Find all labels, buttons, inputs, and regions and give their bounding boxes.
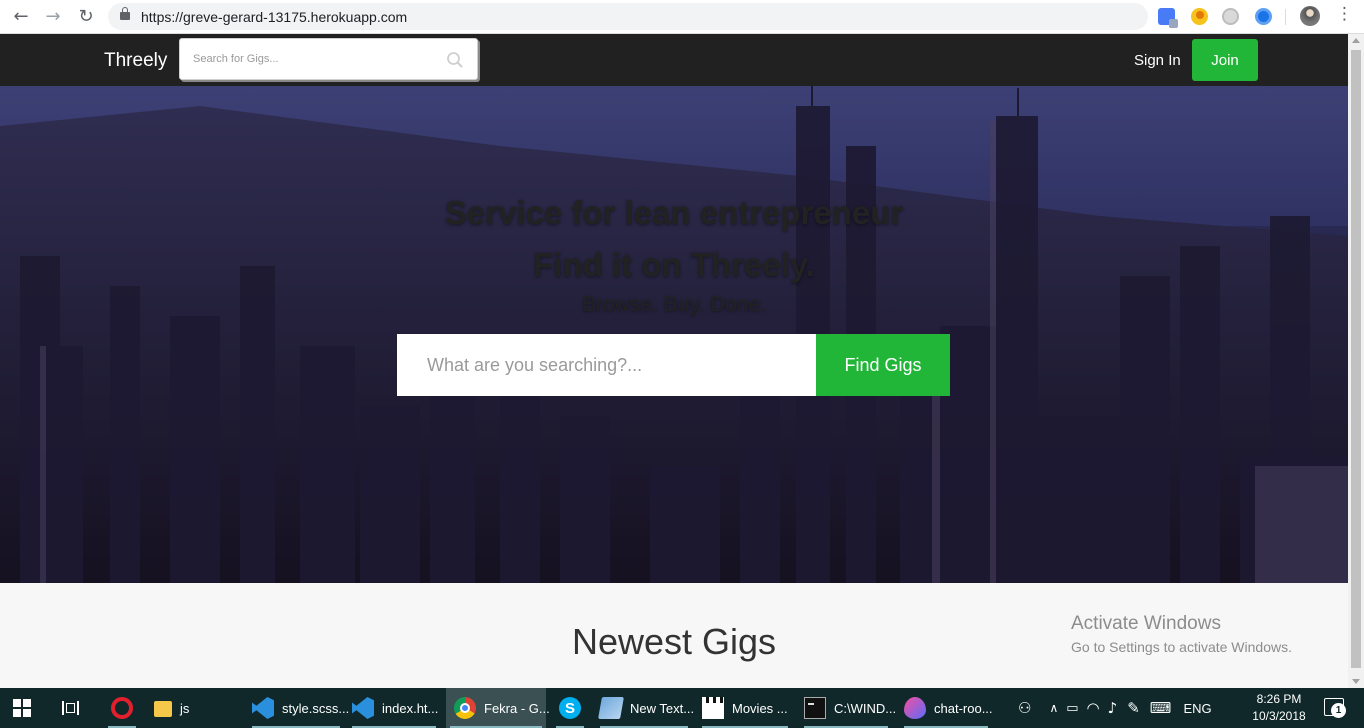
taskbar-label: style.scss... [282,700,350,716]
taskbar-chat-room[interactable]: chat-roo... [900,688,993,728]
profile-avatar[interactable] [1300,6,1320,26]
url-text[interactable]: https://greve-gerard-13175.herokuapp.com [141,9,407,25]
translate-extension-icon[interactable] [1158,8,1178,28]
blue-extension-icon[interactable] [1255,8,1272,25]
battery-icon[interactable]: ▭ [1066,701,1078,716]
activate-windows-watermark: Activate Windows Go to Settings to activ… [1071,613,1292,655]
clock[interactable]: 8:26 PM 10/3/2018 [1250,691,1308,725]
taskbar-cmd[interactable]: C:\WIND... [800,688,896,728]
system-tray: ⚇ ∧ ▭ ◠ ♪ ✎ ⌨ ENG [1018,688,1212,728]
toolbar-divider [1285,9,1286,25]
vscode-icon [252,697,274,719]
taskbar-js-folder[interactable]: js [150,688,242,728]
reload-icon[interactable]: ↻ [74,5,98,29]
nav-search-box [179,38,478,80]
forward-arrow-icon[interactable]: → [41,5,65,29]
taskbar-vscode-style[interactable]: style.scss... [248,688,349,728]
chevron-up-icon[interactable]: ∧ [1049,701,1058,715]
back-arrow-icon[interactable]: ← [9,5,33,29]
skype-icon: S [559,697,581,719]
keyboard-icon[interactable]: ⌨ [1150,699,1172,717]
taskbar-label: New Text... [630,700,695,716]
notepad-icon [598,697,624,719]
moon-extension-icon[interactable] [1191,8,1208,25]
site-navbar: Threely Sign In Join [0,34,1348,86]
vscode-icon [352,697,374,719]
task-view-icon[interactable] [62,699,80,717]
hero-banner: Service for lean entrepreneur Find it on… [0,86,1348,583]
taskbar-label: C:\WIND... [834,700,897,716]
chrome-icon [454,697,476,719]
watermark-subtitle: Go to Settings to activate Windows. [1071,639,1292,655]
hero-headline-line2: Find it on Threely. [533,246,815,283]
clapperboard-icon [702,697,724,719]
taskbar-label: chat-roo... [934,700,993,716]
page-scrollbar[interactable] [1348,34,1364,688]
address-bar[interactable]: https://greve-gerard-13175.herokuapp.com… [108,3,1239,30]
scroll-up-arrow-icon[interactable] [1352,38,1360,43]
hero-subtitle: Browse. Buy. Done. [581,293,767,316]
taskbar-label: js [180,700,190,716]
hero-search-input[interactable] [397,334,817,396]
search-icon[interactable] [446,51,464,69]
language-indicator[interactable]: ENG [1183,701,1211,716]
notification-count: 1 [1331,703,1346,718]
pen-icon[interactable]: ✎ [1127,699,1140,717]
clock-date: 10/3/2018 [1252,709,1306,723]
menu-icon[interactable]: ⋮ [1336,6,1353,23]
clock-time: 8:26 PM [1256,692,1302,706]
taskbar-opera[interactable] [104,688,140,728]
ghost-extension-icon[interactable] [1222,8,1239,25]
nav-search-input[interactable] [180,39,440,79]
hero-headline-line1: Service for lean entrepreneur [444,194,904,231]
sign-in-link[interactable]: Sign In [1134,52,1181,69]
find-gigs-button[interactable]: Find Gigs [816,334,950,396]
taskbar-notepad[interactable]: New Text... [596,688,695,728]
network-icon[interactable]: ◠ [1087,699,1100,717]
taskbar-label: index.ht... [382,700,439,716]
scroll-down-arrow-icon[interactable] [1352,679,1360,684]
balloon-icon [904,697,926,719]
cmd-icon [804,697,826,719]
people-icon[interactable]: ⚇ [1018,699,1031,717]
taskbar-movies[interactable]: Movies ... [698,688,792,728]
taskbar-chrome[interactable]: Fekra - G... [446,688,550,728]
taskbar-label: Movies ... [732,700,788,716]
brand-logo[interactable]: Threely [104,50,167,72]
join-button[interactable]: Join [1192,39,1258,81]
folder-icon [154,701,172,717]
watermark-title: Activate Windows [1071,613,1221,634]
lock-icon[interactable] [120,7,130,22]
volume-icon[interactable]: ♪ [1108,699,1118,717]
taskbar-label: Fekra - G... [484,700,550,716]
opera-icon [111,697,133,719]
windows-start-icon[interactable] [13,699,31,717]
taskbar-vscode-index[interactable]: index.ht... [348,688,440,728]
browser-toolbar: ← → ↻ https://greve-gerard-13175.herokua… [0,0,1364,34]
windows-taskbar: js style.scss... index.ht... Fekra - G..… [0,688,1364,728]
taskbar-skype[interactable]: S [552,688,588,728]
scroll-thumb[interactable] [1351,50,1361,668]
